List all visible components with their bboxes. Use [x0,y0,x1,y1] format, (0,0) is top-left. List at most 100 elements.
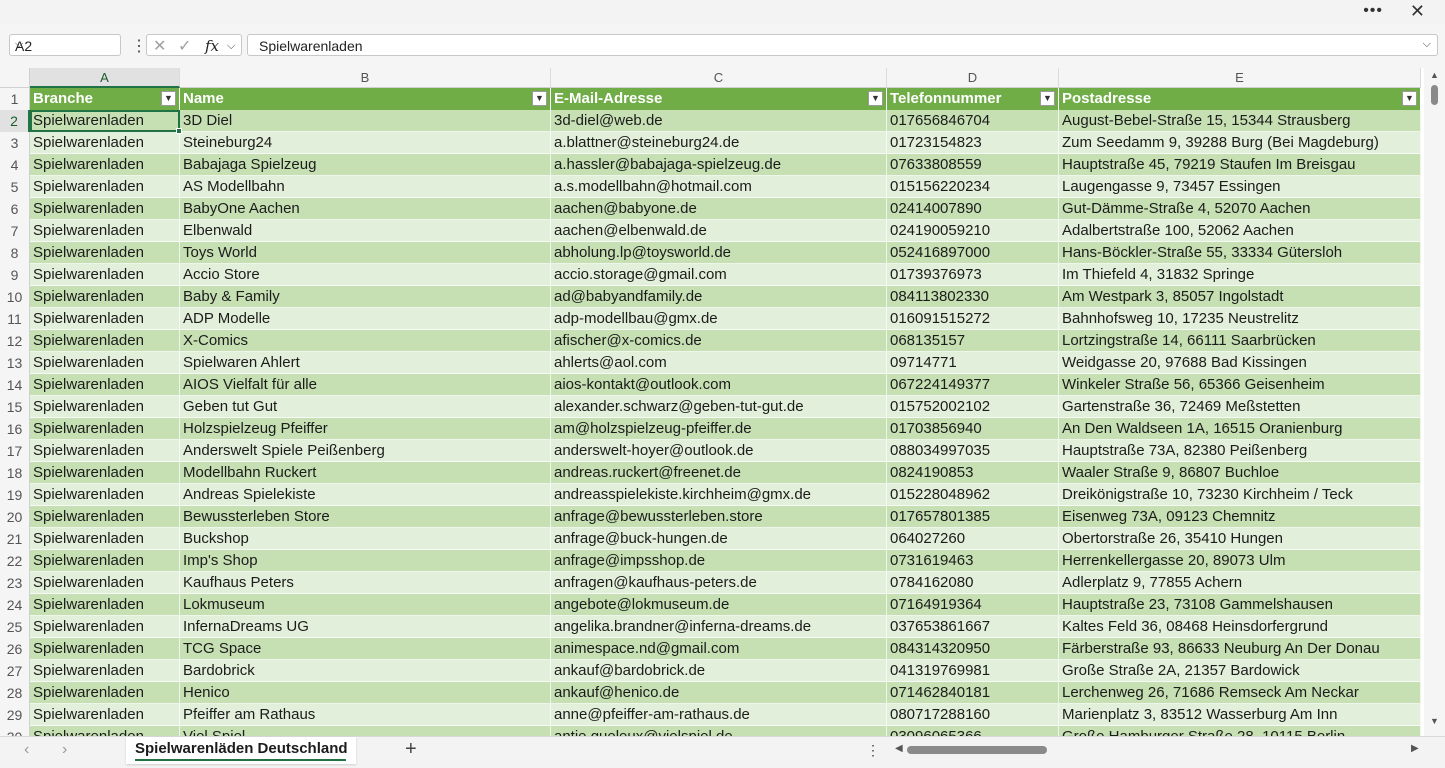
table-header-cell[interactable]: E-Mail-Adresse ▼ [551,88,887,110]
cell[interactable]: Kaltes Feld 36, 08468 Heinsdorfergrund [1059,616,1421,638]
filter-dropdown-icon[interactable]: ▼ [161,91,176,106]
expand-formula-icon[interactable]: ⌵ [1423,38,1431,51]
cell[interactable]: Pfeiffer am Rathaus [180,704,551,726]
cell[interactable]: Herrenkellergasse 20, 89073 Ulm [1059,550,1421,572]
column-header-a[interactable]: A [30,68,180,88]
cell[interactable]: Steineburg24 [180,132,551,154]
cell[interactable]: Lortzingstraße 14, 66111 Saarbrücken [1059,330,1421,352]
cell[interactable]: Spielwarenladen [30,176,180,198]
cell[interactable]: Winkeler Straße 56, 65366 Geisenheim [1059,374,1421,396]
cell[interactable]: Spielwarenladen [30,528,180,550]
cell[interactable]: 015752002102 [887,396,1059,418]
cell[interactable]: 016091515272 [887,308,1059,330]
row-header[interactable]: 1 [0,88,30,110]
filter-dropdown-icon[interactable]: ▼ [868,91,883,106]
cell[interactable]: Spielwarenladen [30,704,180,726]
formula-input[interactable]: Spielwarenladen ⌵ [247,34,1438,56]
filter-dropdown-icon[interactable]: ▼ [1040,91,1055,106]
cell[interactable]: AS Modellbahn [180,176,551,198]
cell[interactable]: Baby & Family [180,286,551,308]
cell[interactable]: Spielwarenladen [30,132,180,154]
prev-sheet-icon[interactable]: ‹ [24,741,29,759]
cell[interactable]: aachen@elbenwald.de [551,220,887,242]
cell[interactable]: 03096065366 [887,726,1059,736]
cell[interactable]: Große Hamburger Straße 28, 10115 Berlin [1059,726,1421,736]
cell[interactable]: InfernaDreams UG [180,616,551,638]
fill-handle[interactable] [176,128,182,134]
row-header[interactable]: 21 [0,528,30,550]
cell[interactable]: accio.storage@gmail.com [551,264,887,286]
row-header[interactable]: 22 [0,550,30,572]
cell[interactable]: Spielwarenladen [30,660,180,682]
cell[interactable]: angebote@lokmuseum.de [551,594,887,616]
cell[interactable]: abholung.lp@toysworld.de [551,242,887,264]
cell[interactable]: Elbenwald [180,220,551,242]
cell[interactable]: 0824190853 [887,462,1059,484]
cell[interactable]: Geben tut Gut [180,396,551,418]
row-header[interactable]: 17 [0,440,30,462]
cell[interactable]: anfragen@kaufhaus-peters.de [551,572,887,594]
row-header[interactable]: 2 [0,110,30,132]
row-header[interactable]: 4 [0,154,30,176]
cell[interactable]: Spielwarenladen [30,462,180,484]
cell[interactable]: Adlerplatz 9, 77855 Achern [1059,572,1421,594]
cell[interactable]: Spielwarenladen [30,352,180,374]
cell[interactable]: 024190059210 [887,220,1059,242]
cell[interactable]: anfrage@bewussterleben.store [551,506,887,528]
row-header[interactable]: 25 [0,616,30,638]
row-header[interactable]: 15 [0,396,30,418]
cell[interactable]: 01703856940 [887,418,1059,440]
cell[interactable]: Bewussterleben Store [180,506,551,528]
cell[interactable]: Andreas Spielekiste [180,484,551,506]
filter-dropdown-icon[interactable]: ▼ [532,91,547,106]
cell[interactable]: Spielwarenladen [30,110,180,132]
scroll-up-icon[interactable]: ▲ [1430,70,1439,80]
cell[interactable]: afischer@x-comics.de [551,330,887,352]
cell[interactable]: 015228048962 [887,484,1059,506]
cell[interactable]: 01739376973 [887,264,1059,286]
cell[interactable]: Hauptstraße 73A, 82380 Peißenberg [1059,440,1421,462]
cell[interactable]: Im Thiefeld 4, 31832 Springe [1059,264,1421,286]
cell[interactable]: alexander.schwarz@geben-tut-gut.de [551,396,887,418]
vertical-scrollbar[interactable]: ▲ ▼ [1424,68,1445,736]
cell[interactable]: Spielwarenladen [30,242,180,264]
cell[interactable]: Spielwarenladen [30,198,180,220]
cell[interactable]: Am Westpark 3, 85057 Ingolstadt [1059,286,1421,308]
cell[interactable]: Obertorstraße 26, 35410 Hungen [1059,528,1421,550]
add-sheet-icon[interactable]: + [405,738,417,761]
row-header[interactable]: 3 [0,132,30,154]
chevron-down-icon[interactable]: ⌵ [15,38,115,51]
cell[interactable]: 080717288160 [887,704,1059,726]
cell[interactable]: Imp's Shop [180,550,551,572]
cell[interactable]: TCG Space [180,638,551,660]
cell[interactable]: Anderswelt Spiele Peißenberg [180,440,551,462]
cell[interactable]: 064027260 [887,528,1059,550]
row-header[interactable]: 12 [0,330,30,352]
row-header[interactable]: 16 [0,418,30,440]
cell[interactable]: Gut-Dämme-Straße 4, 52070 Aachen [1059,198,1421,220]
cell[interactable]: Babajaga Spielzeug [180,154,551,176]
cell[interactable]: Modellbahn Ruckert [180,462,551,484]
row-header[interactable]: 23 [0,572,30,594]
cell[interactable]: Toys World [180,242,551,264]
row-header[interactable]: 13 [0,352,30,374]
cell[interactable]: ankauf@henico.de [551,682,887,704]
name-box[interactable]: A2 ⌵ [9,34,121,56]
cell[interactable]: Gartenstraße 36, 72469 Meßstetten [1059,396,1421,418]
sheet-tab-active[interactable]: Spielwarenläden Deutschland [126,737,356,764]
row-header[interactable]: 5 [0,176,30,198]
cell[interactable]: 015156220234 [887,176,1059,198]
row-header[interactable]: 27 [0,660,30,682]
cell[interactable]: 088034997035 [887,440,1059,462]
cell[interactable]: Spielwarenladen [30,440,180,462]
row-header[interactable]: 8 [0,242,30,264]
vertical-dots-icon[interactable]: ⋮ [131,36,147,56]
cell[interactable]: Spielwarenladen [30,418,180,440]
cell[interactable]: Spielwaren Ahlert [180,352,551,374]
cell[interactable]: Spielwarenladen [30,594,180,616]
filter-dropdown-icon[interactable]: ▼ [1402,91,1417,106]
cell[interactable]: ankauf@bardobrick.de [551,660,887,682]
cell[interactable]: 084314320950 [887,638,1059,660]
cell[interactable]: 07164919364 [887,594,1059,616]
table-header-cell[interactable]: Telefonnummer ▼ [887,88,1059,110]
